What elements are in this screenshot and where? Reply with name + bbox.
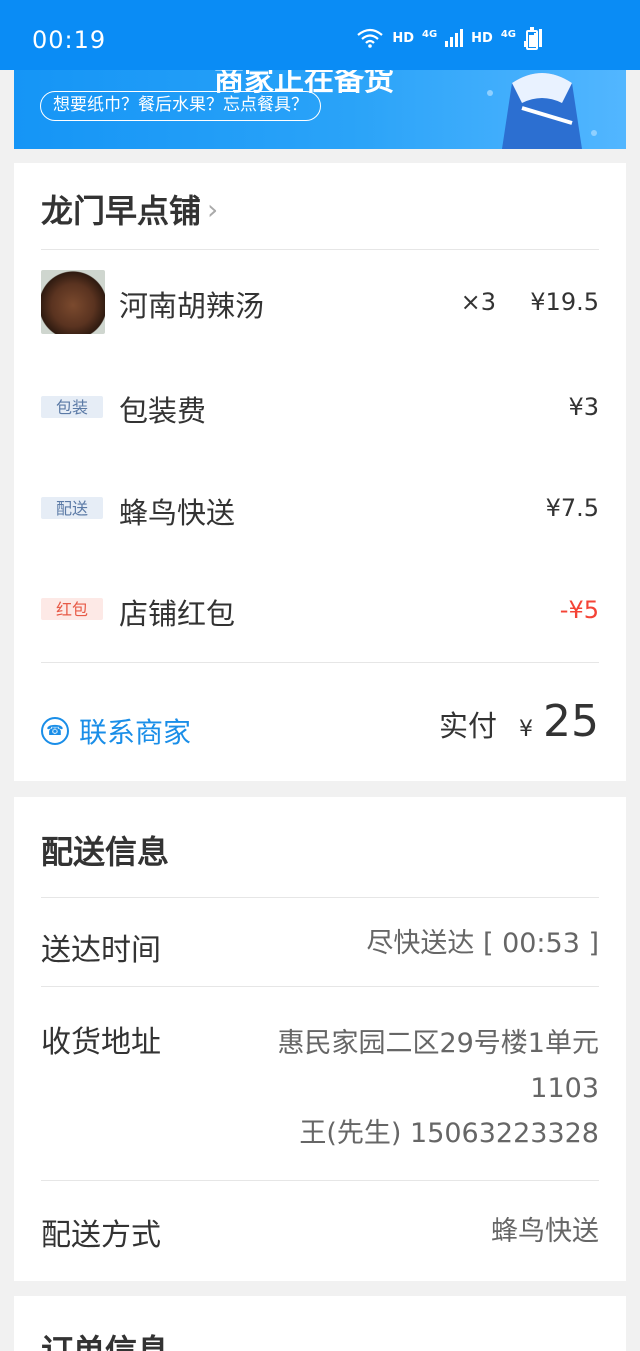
address-label: 收货地址	[41, 1025, 161, 1060]
order-info-title: 订单信息	[41, 1332, 170, 1351]
red-packet-tag: 红包	[41, 598, 103, 620]
order-card: 龙门早点铺 › 河南胡辣汤 ×3 ¥19.5 包装 包装费 ¥3 配送 蜂鸟快送…	[14, 163, 626, 781]
item-price: ¥19.5	[530, 288, 599, 316]
contact-merchant-button[interactable]: ☎ 联系商家	[41, 711, 191, 751]
delivery-fee-label: 蜂鸟快送	[119, 496, 236, 530]
recipient-contact: 王(先生) 15063223328	[299, 1118, 599, 1149]
phone-icon: ☎	[41, 717, 69, 745]
network-label-1: 4G	[421, 28, 438, 40]
courier-illustration-icon	[487, 73, 597, 149]
signal-icon	[445, 29, 464, 47]
network-label-2: 4G	[500, 28, 516, 40]
contact-merchant-label: 联系商家	[79, 716, 192, 749]
shop-link[interactable]: 龙门早点铺 ›	[41, 186, 218, 232]
item-thumbnail	[41, 270, 105, 334]
divider	[41, 662, 599, 663]
shop-name: 龙门早点铺	[41, 192, 202, 230]
packing-fee-label: 包装费	[119, 394, 207, 428]
red-packet-discount: -¥5	[559, 596, 599, 624]
delivery-time-label: 送达时间	[41, 933, 161, 968]
divider	[41, 1180, 599, 1181]
paid-label: 实付	[438, 709, 497, 743]
paid-total: 实付 ¥ 25	[439, 696, 599, 747]
delivery-fee-price: ¥7.5	[545, 494, 599, 522]
packing-tag: 包装	[41, 396, 103, 418]
chevron-right-icon: ›	[207, 192, 219, 226]
status-bar: 00:19 HD 4G HD 4G	[0, 0, 640, 70]
paid-amount: 25	[543, 696, 599, 747]
delivery-method-value: 蜂鸟快送	[491, 1216, 599, 1247]
order-info-card: 订单信息	[14, 1296, 626, 1351]
wifi-icon	[357, 28, 384, 48]
currency-symbol: ¥	[519, 717, 533, 742]
divider	[41, 986, 599, 987]
divider	[41, 249, 599, 250]
address-line2: 1103	[530, 1073, 599, 1104]
delivery-tag: 配送	[41, 497, 103, 519]
hd-label-1: HD	[392, 30, 414, 46]
packing-fee-price: ¥3	[568, 393, 599, 421]
red-packet-label: 店铺红包	[119, 597, 236, 631]
delivery-method-label: 配送方式	[41, 1218, 161, 1253]
delivery-time-value: 尽快送达 [ 00:53 ]	[366, 928, 599, 959]
delivery-section-title: 配送信息	[41, 833, 170, 871]
hd-label-2: HD	[471, 30, 493, 46]
battery-icon	[526, 27, 538, 50]
item-name: 河南胡辣汤	[119, 289, 265, 323]
banner-promo-pill[interactable]: 想要纸巾？餐后水果？忘点餐具？	[40, 91, 321, 121]
divider	[41, 897, 599, 898]
address-line1: 惠民家园二区29号楼1单元	[277, 1028, 599, 1059]
item-qty: ×3	[460, 288, 496, 316]
delivery-info-card: 配送信息 送达时间 尽快送达 [ 00:53 ] 收货地址 惠民家园二区29号楼…	[14, 797, 626, 1281]
status-time: 00:19	[32, 26, 107, 54]
status-icons: HD 4G HD 4G	[356, 28, 542, 48]
